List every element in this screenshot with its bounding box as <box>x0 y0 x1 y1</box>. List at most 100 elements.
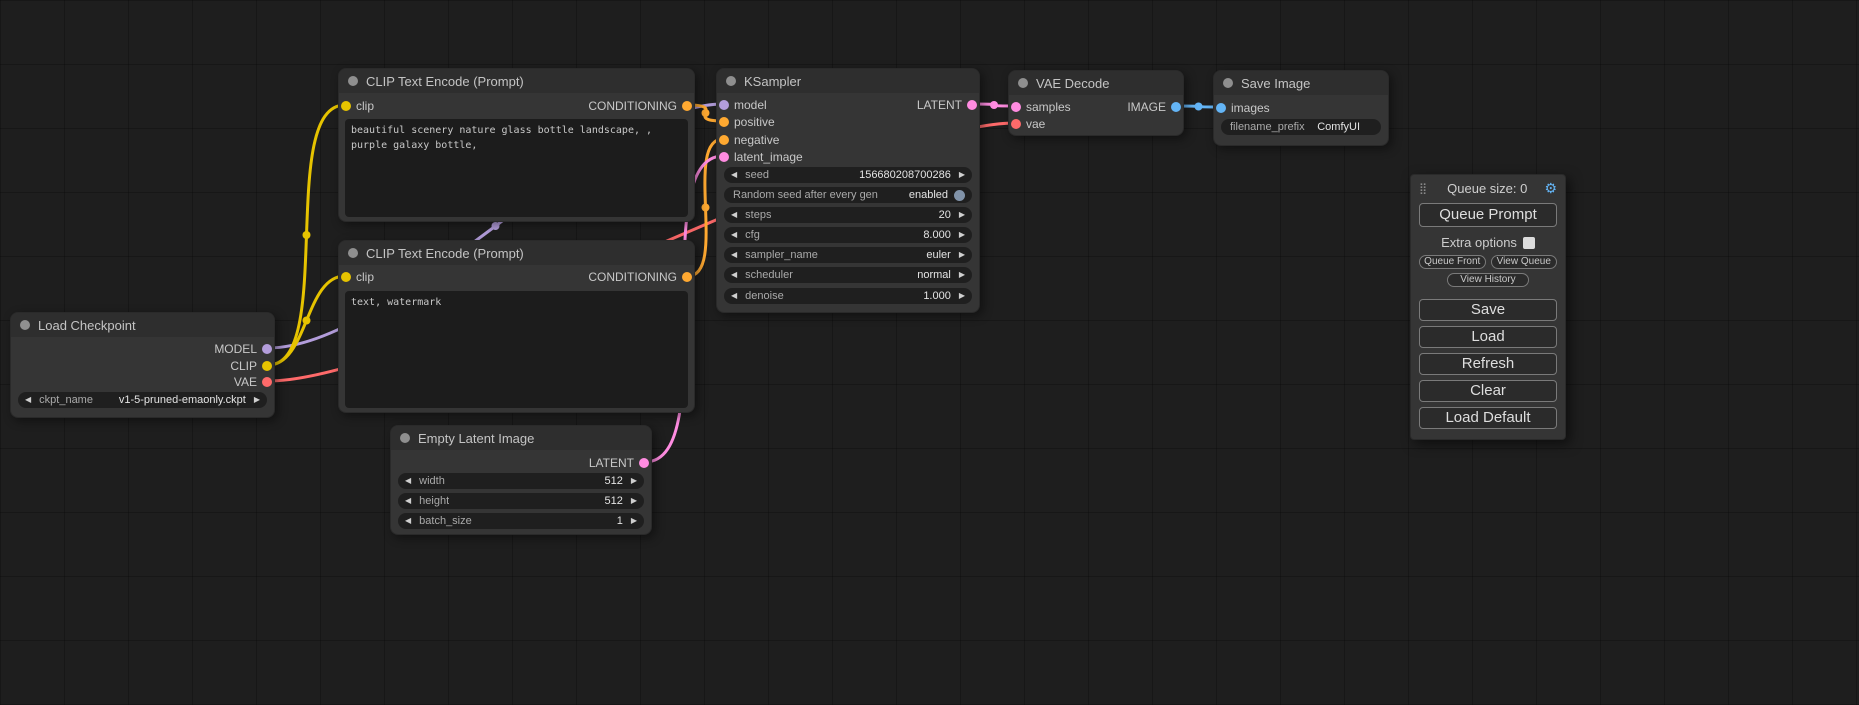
increment-arrow-icon[interactable]: ▶ <box>254 392 260 408</box>
collapse-dot-icon[interactable] <box>348 76 358 86</box>
load-button[interactable]: Load <box>1419 326 1557 348</box>
output-slot-conditioning: CONDITIONING <box>339 270 694 284</box>
input-slot-negative: negative <box>717 133 979 147</box>
collapse-dot-icon[interactable] <box>726 76 736 86</box>
node-empty-latent-image[interactable]: Empty Latent Image LATENT ◀ width 512 ▶ … <box>390 425 652 535</box>
decrement-arrow-icon[interactable]: ◀ <box>405 473 411 489</box>
increment-arrow-icon[interactable]: ▶ <box>631 513 637 529</box>
widget-value: ComfyUI <box>1317 121 1360 133</box>
widget-steps[interactable]: ◀ steps 20 ▶ <box>724 207 972 223</box>
prompt-textarea[interactable]: beautiful scenery nature glass bottle la… <box>345 119 688 217</box>
increment-arrow-icon[interactable]: ▶ <box>959 167 965 183</box>
load-default-button[interactable]: Load Default <box>1419 407 1557 429</box>
node-title-bar[interactable]: Save Image <box>1214 71 1388 95</box>
node-save-image[interactable]: Save Image images filename_prefix ComfyU… <box>1213 70 1389 146</box>
queue-prompt-button[interactable]: Queue Prompt <box>1419 203 1557 227</box>
decrement-arrow-icon[interactable]: ◀ <box>731 227 737 243</box>
increment-arrow-icon[interactable]: ▶ <box>959 288 965 304</box>
widget-height[interactable]: ◀ height 512 ▶ <box>398 493 644 509</box>
save-button[interactable]: Save <box>1419 299 1557 321</box>
widget-denoise[interactable]: ◀ denoise 1.000 ▶ <box>724 288 972 304</box>
refresh-button[interactable]: Refresh <box>1419 353 1557 375</box>
output-slot-vae: VAE <box>11 375 274 389</box>
node-title-bar[interactable]: CLIP Text Encode (Prompt) <box>339 69 694 93</box>
settings-gear-icon[interactable]: ⚙ <box>1544 181 1557 195</box>
input-port-negative[interactable] <box>719 135 729 145</box>
node-graph-canvas[interactable]: Load Checkpoint MODEL CLIP VAE ◀ ckpt_na… <box>0 0 1859 705</box>
node-title-bar[interactable]: Load Checkpoint <box>11 313 274 337</box>
decrement-arrow-icon[interactable]: ◀ <box>405 493 411 509</box>
increment-arrow-icon[interactable]: ▶ <box>959 227 965 243</box>
queue-front-button[interactable]: Queue Front <box>1419 255 1486 269</box>
output-port-model[interactable] <box>262 344 272 354</box>
extra-options-row: Extra options <box>1419 235 1557 250</box>
image-link-midpoint-dot <box>1195 103 1203 111</box>
slot-label: CONDITIONING <box>588 270 677 284</box>
node-ksampler[interactable]: KSampler model LATENT positive negative … <box>716 68 980 313</box>
output-slot-latent: LATENT <box>717 98 979 112</box>
widget-cfg[interactable]: ◀ cfg 8.000 ▶ <box>724 227 972 243</box>
view-queue-button[interactable]: View Queue <box>1491 255 1558 269</box>
increment-arrow-icon[interactable]: ▶ <box>631 493 637 509</box>
node-vae-decode[interactable]: VAE Decode samples IMAGE vae <box>1008 70 1184 136</box>
widget-seed[interactable]: ◀ seed 156680208700286 ▶ <box>724 167 972 183</box>
input-port-latent-image[interactable] <box>719 152 729 162</box>
input-port-vae[interactable] <box>1011 119 1021 129</box>
increment-arrow-icon[interactable]: ▶ <box>959 267 965 283</box>
widget-value: 8.000 <box>923 229 951 241</box>
extra-options-checkbox[interactable] <box>1523 237 1535 249</box>
decrement-arrow-icon[interactable]: ◀ <box>405 513 411 529</box>
random-seed-toggle[interactable] <box>954 190 965 201</box>
collapse-dot-icon[interactable] <box>400 433 410 443</box>
node-clip-text-encode-negative[interactable]: CLIP Text Encode (Prompt) clip CONDITION… <box>338 240 695 413</box>
output-port-conditioning[interactable] <box>682 101 692 111</box>
decrement-arrow-icon[interactable]: ◀ <box>731 267 737 283</box>
clip-to-negative-link-midpoint-dot <box>303 317 311 325</box>
collapse-dot-icon[interactable] <box>1018 78 1028 88</box>
queue-pill-row: Queue Front View Queue <box>1419 255 1557 269</box>
output-port-latent[interactable] <box>967 100 977 110</box>
decrement-arrow-icon[interactable]: ◀ <box>731 167 737 183</box>
decrement-arrow-icon[interactable]: ◀ <box>25 392 31 408</box>
widget-sampler-name[interactable]: ◀ sampler_name euler ▶ <box>724 247 972 263</box>
slot-label: negative <box>734 133 779 147</box>
collapse-dot-icon[interactable] <box>348 248 358 258</box>
node-title-bar[interactable]: Empty Latent Image <box>391 426 651 450</box>
output-port-conditioning[interactable] <box>682 272 692 282</box>
increment-arrow-icon[interactable]: ▶ <box>959 207 965 223</box>
prompt-textarea[interactable]: text, watermark <box>345 291 688 408</box>
output-port-clip[interactable] <box>262 361 272 371</box>
widget-batch-size[interactable]: ◀ batch_size 1 ▶ <box>398 513 644 529</box>
decrement-arrow-icon[interactable]: ◀ <box>731 288 737 304</box>
node-load-checkpoint[interactable]: Load Checkpoint MODEL CLIP VAE ◀ ckpt_na… <box>10 312 275 418</box>
slot-label: VAE <box>234 375 257 389</box>
collapse-dot-icon[interactable] <box>1223 78 1233 88</box>
decrement-arrow-icon[interactable]: ◀ <box>731 207 737 223</box>
slot-label: CONDITIONING <box>588 99 677 113</box>
node-title-bar[interactable]: VAE Decode <box>1009 71 1183 95</box>
widget-random-seed[interactable]: Random seed after every gen enabled <box>724 187 972 203</box>
node-clip-text-encode-positive[interactable]: CLIP Text Encode (Prompt) clip CONDITION… <box>338 68 695 222</box>
widget-filename-prefix[interactable]: filename_prefix ComfyUI <box>1221 119 1381 135</box>
drag-handle-icon[interactable]: ⣿ <box>1419 182 1427 195</box>
input-port-positive[interactable] <box>719 117 729 127</box>
widget-ckpt-name[interactable]: ◀ ckpt_name v1-5-pruned-emaonly.ckpt ▶ <box>18 392 267 408</box>
decrement-arrow-icon[interactable]: ◀ <box>731 247 737 263</box>
input-port-images[interactable] <box>1216 103 1226 113</box>
widget-value: 1.000 <box>923 290 951 302</box>
increment-arrow-icon[interactable]: ▶ <box>959 247 965 263</box>
output-port-latent[interactable] <box>639 458 649 468</box>
collapse-dot-icon[interactable] <box>20 320 30 330</box>
node-title-bar[interactable]: KSampler <box>717 69 979 93</box>
positive-cond-link-midpoint-dot <box>702 109 710 117</box>
output-port-vae[interactable] <box>262 377 272 387</box>
node-title-bar[interactable]: CLIP Text Encode (Prompt) <box>339 241 694 265</box>
view-history-button[interactable]: View History <box>1447 273 1529 287</box>
clear-button[interactable]: Clear <box>1419 380 1557 402</box>
clip-to-positive-link-midpoint-dot <box>303 231 311 239</box>
widget-scheduler[interactable]: ◀ scheduler normal ▶ <box>724 267 972 283</box>
widget-width[interactable]: ◀ width 512 ▶ <box>398 473 644 489</box>
samples-link-midpoint-dot <box>990 101 998 109</box>
output-port-image[interactable] <box>1171 102 1181 112</box>
increment-arrow-icon[interactable]: ▶ <box>631 473 637 489</box>
